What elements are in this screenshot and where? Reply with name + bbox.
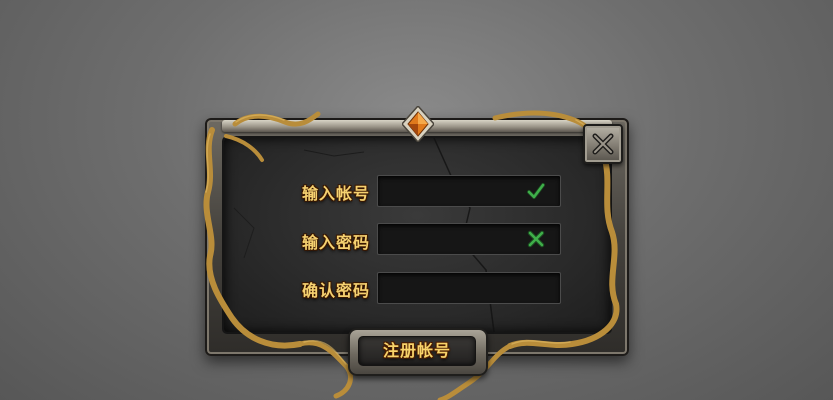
close-button[interactable]	[583, 124, 623, 164]
register-dialog-scene: 输入帐号 输入密码 确认密码 注册帐号	[0, 0, 833, 400]
register-account-button[interactable]: 注册帐号	[348, 328, 488, 376]
confirm-password-label: 确认密码	[301, 281, 370, 300]
amber-gem-icon	[402, 106, 434, 142]
cross-icon	[527, 230, 545, 248]
password-label: 输入密码	[301, 233, 370, 252]
register-button-face: 注册帐号	[358, 336, 476, 366]
confirm-password-input[interactable]	[377, 272, 561, 304]
close-icon	[592, 133, 614, 155]
register-button-label: 注册帐号	[382, 341, 451, 360]
check-icon	[527, 183, 545, 199]
account-label: 输入帐号	[301, 184, 370, 203]
